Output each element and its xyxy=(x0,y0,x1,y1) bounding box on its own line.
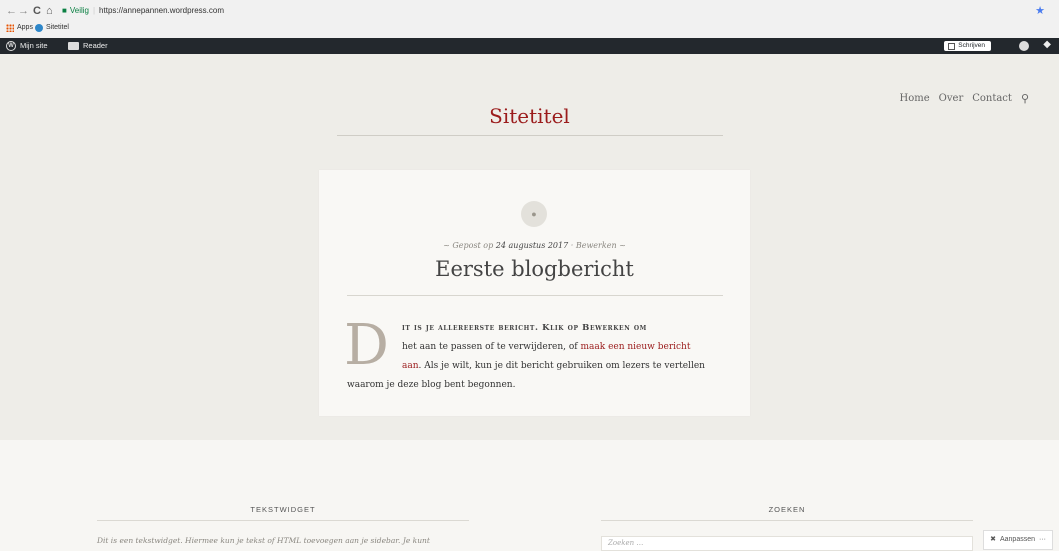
avatar[interactable] xyxy=(1019,41,1029,51)
bookmark-label: Apps xyxy=(17,24,33,31)
text-widget-divider xyxy=(97,520,469,521)
bookmarks-bar: Apps Sitetitel xyxy=(0,21,1059,35)
secure-label: Veilig xyxy=(69,6,89,15)
post-line-3: aan. Als je wilt, kun je dit bericht geb… xyxy=(347,357,723,376)
nav-item-contact[interactable]: Contact xyxy=(972,93,1012,104)
bookmark-star-icon[interactable]: ★ xyxy=(1035,4,1045,17)
reload-button[interactable]: C xyxy=(33,4,41,18)
meta-ornament-left: ~ xyxy=(443,241,453,250)
admin-bar: W Mijn site Reader Schrijven ◆ xyxy=(0,38,1059,54)
browser-chrome: ← → C ⌂ ■ Veilig | https://annepannen.wordp… xyxy=(0,0,1059,39)
edit-link[interactable]: Bewerken xyxy=(576,241,617,250)
search-widget-title: ZOEKEN xyxy=(768,505,806,514)
title-divider xyxy=(337,135,723,136)
post-text: het aan te passen of te verwijderen, of xyxy=(402,342,581,352)
post-line-4: waarom je deze blog bent begonnen. xyxy=(347,380,516,390)
post-divider xyxy=(347,295,723,296)
site-header: Home Over Contact ⚲ Sitetitel ● ~ Gepost… xyxy=(0,54,1059,440)
customize-button[interactable]: ✖ Aanpassen ··· xyxy=(983,530,1053,550)
write-button[interactable]: Schrijven xyxy=(944,41,991,51)
address-bar[interactable]: ■ Veilig | https://annepannen.wordpress.com xyxy=(62,4,1022,18)
post-line-1: it is je allereerste bericht. Klik op Be… xyxy=(402,323,647,333)
post-content: it is je allereerste bericht. Klik op Be… xyxy=(347,319,723,395)
post-text: . Als je wilt, kun je dit bericht gebrui… xyxy=(418,361,705,371)
post-card: ● ~ Gepost op 24 augustus 2017 · Bewerke… xyxy=(319,170,750,416)
pin-icon: ● xyxy=(521,201,547,227)
post-title[interactable]: Eerste blogbericht xyxy=(319,257,750,281)
text-widget-title: TEKSTWIDGET xyxy=(250,505,316,514)
meta-ornament-right: ~ xyxy=(616,241,626,250)
post-meta: ~ Gepost op 24 augustus 2017 · Bewerken … xyxy=(443,241,626,250)
site-title[interactable]: Sitetitel xyxy=(0,104,1059,128)
my-site-label: Mijn site xyxy=(20,41,48,50)
lock-icon: ■ xyxy=(62,6,67,15)
wordpress-icon xyxy=(35,24,43,32)
pencil-icon xyxy=(948,42,956,50)
url-text: https://annepannen.wordpress.com xyxy=(99,6,225,15)
bookmark-sitetitel[interactable]: Sitetitel xyxy=(35,21,69,35)
customize-label: Aanpassen xyxy=(999,536,1035,543)
address-row: ← → C ⌂ ■ Veilig | https://annepannen.wordp… xyxy=(0,2,1059,20)
bookmark-apps[interactable]: Apps xyxy=(6,21,33,35)
search-widget-divider xyxy=(601,520,973,521)
home-button[interactable]: ⌂ xyxy=(46,4,53,18)
reader-label: Reader xyxy=(83,41,108,50)
nav-item-over[interactable]: Over xyxy=(939,93,964,104)
back-button[interactable]: ← xyxy=(6,4,17,18)
tools-icon: ✖ xyxy=(990,536,996,543)
search-input[interactable]: Zoeken … xyxy=(601,536,973,551)
reader-icon xyxy=(68,42,79,50)
my-site-link[interactable]: W Mijn site xyxy=(6,38,48,54)
wordpress-logo-icon: W xyxy=(6,41,16,51)
new-post-link[interactable]: maak een nieuw bericht xyxy=(580,342,690,352)
reader-link[interactable]: Reader xyxy=(68,38,108,54)
write-label: Schrijven xyxy=(958,42,985,49)
apps-grid-icon xyxy=(6,24,14,32)
post-date[interactable]: 24 augustus 2017 xyxy=(496,241,568,250)
more-icon[interactable]: ··· xyxy=(1039,531,1046,549)
notifications-icon[interactable]: ◆ xyxy=(1043,39,1051,50)
post-line-2: het aan te passen of te verwijderen, of … xyxy=(347,338,723,357)
meta-prefix: Gepost op xyxy=(452,241,494,250)
text-widget-body: Dit is een tekstwidget. Hiermee kun je t… xyxy=(97,536,430,545)
forward-button[interactable]: → xyxy=(18,4,29,18)
new-post-link-cont[interactable]: aan xyxy=(402,361,419,371)
bookmark-label: Sitetitel xyxy=(46,24,69,31)
nav-item-home[interactable]: Home xyxy=(900,93,930,104)
